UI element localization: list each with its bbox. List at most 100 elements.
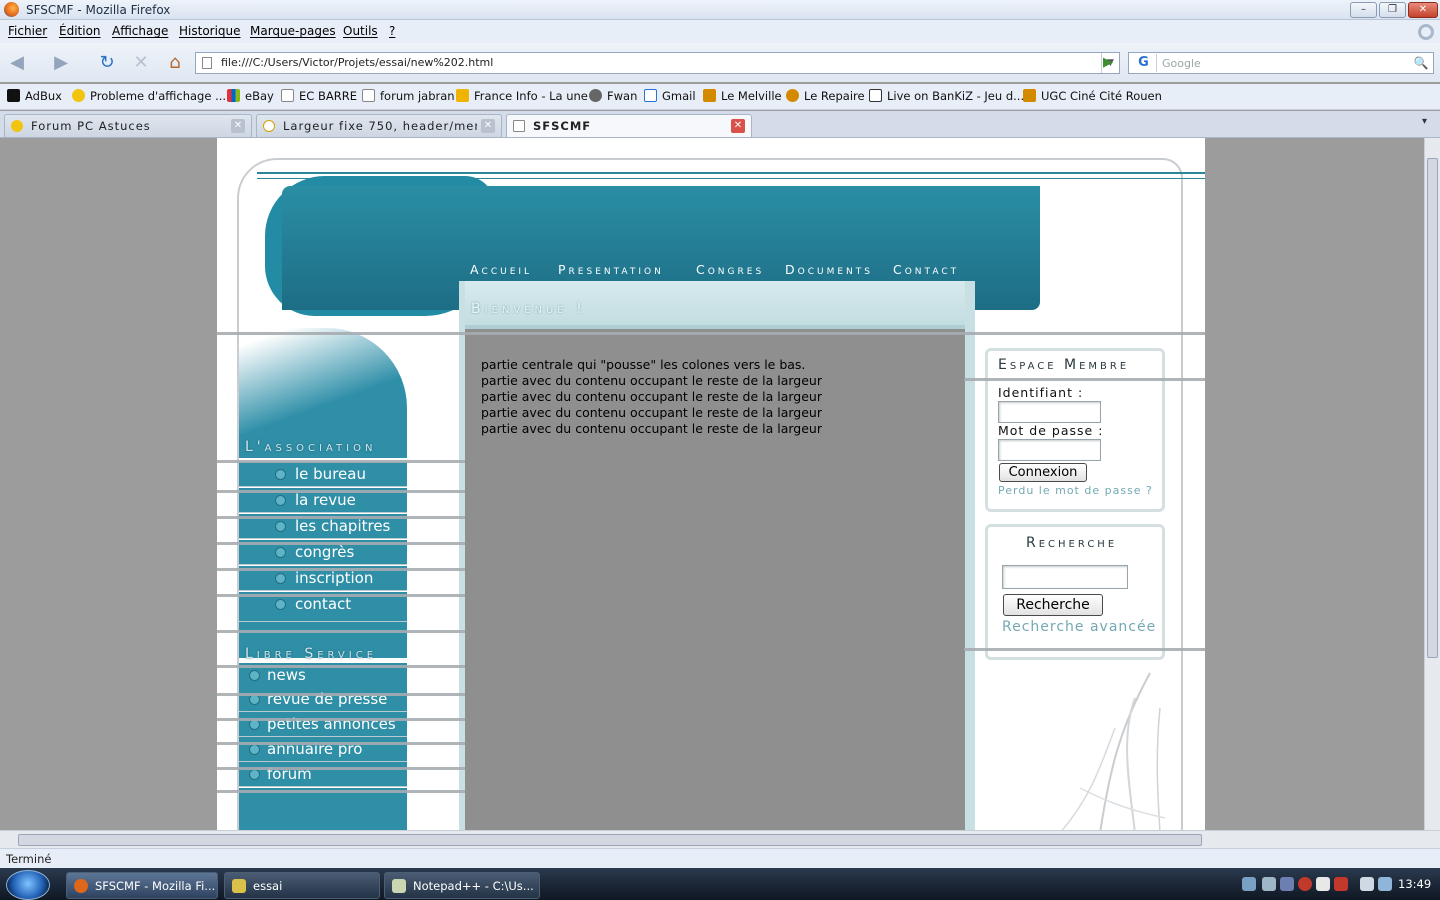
bookmark-item[interactable]: AdBux — [7, 89, 62, 103]
menu-historique[interactable]: Historique — [179, 24, 241, 38]
vertical-scrollbar[interactable] — [1424, 138, 1440, 830]
shield-icon[interactable] — [1262, 877, 1276, 891]
horizontal-scrollbar[interactable] — [0, 830, 1440, 848]
clock: 13:49 — [1398, 877, 1432, 891]
maximize-button[interactable]: ❐ — [1379, 2, 1406, 18]
page-title: Bienvenue ! — [471, 301, 586, 317]
taskbar-item-firefox[interactable]: SFSCMF - Mozilla Fi... — [66, 872, 218, 899]
connexion-button[interactable]: Connexion — [999, 463, 1087, 482]
guide-line — [217, 490, 465, 493]
sidebar-item-revue-de-presse[interactable]: revue de presse — [239, 687, 407, 712]
bookmark-item[interactable]: Gmail — [644, 89, 696, 103]
nav-presentation[interactable]: Presentation — [558, 262, 664, 277]
bullet-icon — [249, 769, 260, 780]
taskbar-item-essai[interactable]: essai — [224, 872, 380, 899]
tab-list-icon[interactable]: ▾ — [1422, 116, 1427, 127]
close-tab-icon[interactable]: ✕ — [231, 119, 245, 133]
close-tab-icon[interactable]: ✕ — [731, 119, 745, 133]
home-icon[interactable]: ⌂ — [162, 50, 188, 76]
notepad-icon — [392, 879, 406, 893]
center-header: Bienvenue ! — [465, 281, 965, 329]
status-text: Terminé — [6, 852, 52, 866]
bookmark-item[interactable]: Le Melville — [703, 89, 782, 103]
device-icon[interactable] — [1316, 877, 1330, 891]
member-box: Espace Membre Identifiant : Mot de passe… — [985, 348, 1165, 512]
content-viewport: Accueil Presentation Congres Documents C… — [0, 138, 1424, 830]
advanced-search-link[interactable]: Recherche avancée — [1002, 619, 1156, 635]
menu-bar: Fichier Édition Affichage Historique Mar… — [0, 20, 1440, 43]
bookmark-item[interactable]: forum jabran — [362, 89, 455, 103]
bookmark-item[interactable]: Fwan — [589, 89, 637, 103]
url-bar[interactable]: file:///C:/Users/Victor/Projets/essai/ne… — [195, 52, 1120, 74]
content-line: partie avec du contenu occupant le reste… — [481, 389, 822, 404]
sidebar-item-petites-annonces[interactable]: petites annonces — [239, 712, 407, 737]
volume-icon[interactable] — [1378, 877, 1392, 891]
menu-fichier[interactable]: Fichier — [8, 24, 47, 38]
nav-documents[interactable]: Documents — [785, 262, 873, 277]
menu-help[interactable]: ? — [389, 24, 395, 38]
back-icon[interactable]: ◀ — [4, 50, 30, 76]
bullet-icon — [275, 469, 286, 480]
search-engine-icon[interactable]: G — [1131, 54, 1157, 72]
guide-line — [217, 516, 465, 519]
forward-icon[interactable]: ▶ — [48, 50, 74, 76]
bullet-icon — [275, 599, 286, 610]
alert-icon[interactable] — [1334, 877, 1348, 891]
repaire-icon — [786, 89, 799, 102]
nav-accueil[interactable]: Accueil — [470, 262, 532, 277]
bookmark-item[interactable]: France Info - La une — [456, 89, 588, 103]
site-search-input[interactable] — [1002, 565, 1128, 589]
member-box-title: Espace Membre — [998, 357, 1130, 373]
bullet-icon — [275, 573, 286, 584]
bookmark-item[interactable]: Le Repaire — [786, 89, 865, 103]
network-icon[interactable] — [1242, 877, 1256, 891]
search-placeholder[interactable]: Google — [1162, 57, 1201, 70]
go-icon[interactable]: ▶ — [1097, 52, 1119, 74]
search-icon[interactable]: 🔍 — [1411, 54, 1431, 72]
libre-service-heading: Libre Service — [245, 646, 378, 662]
nav-congres[interactable]: Congres — [696, 262, 764, 277]
identifiant-label: Identifiant : — [998, 385, 1084, 400]
tab-forum-pc-astuces[interactable]: Forum PC Astuces ✕ — [4, 114, 252, 137]
bookmark-item[interactable]: Probleme d'affichage ... — [72, 89, 226, 103]
guide-line — [217, 790, 465, 793]
minimize-button[interactable]: – — [1350, 2, 1377, 18]
tab-sfscmf[interactable]: SFSCMF ✕ — [506, 114, 752, 137]
identifiant-input[interactable] — [998, 401, 1101, 423]
password-input[interactable] — [998, 439, 1101, 461]
search-box: Recherche Recherche Recherche avancée — [985, 524, 1165, 660]
bookmark-icon — [7, 89, 20, 102]
bookmark-item[interactable]: EC BARRE — [281, 89, 357, 103]
antivirus-icon[interactable] — [1298, 877, 1312, 891]
menu-marque-pages[interactable]: Marque-pages — [250, 24, 336, 38]
bookmark-item[interactable]: UGC Ciné Cité Rouen — [1023, 89, 1162, 103]
reload-icon[interactable]: ↻ — [94, 50, 120, 76]
tab-label: SFSCMF — [533, 119, 592, 133]
bullet-icon — [249, 670, 260, 681]
center-content: partie centrale qui "pousse" les colones… — [481, 357, 822, 437]
taskbar-item-notepad[interactable]: Notepad++ - C:\Us... — [384, 872, 540, 899]
app-icon[interactable] — [1280, 877, 1294, 891]
scroll-thumb[interactable] — [18, 834, 1202, 846]
tab-largeur-fixe[interactable]: Largeur fixe 750, header/menu gau... ✕ — [256, 114, 502, 137]
sidebar-item-bureau[interactable]: le bureau — [239, 462, 407, 487]
menu-edition[interactable]: Édition — [59, 24, 101, 38]
sidebar-item-forum[interactable]: forum — [239, 762, 407, 787]
search-bar[interactable]: G Google 🔍 — [1128, 52, 1434, 74]
close-button[interactable]: ✕ — [1408, 2, 1438, 18]
forgot-password-link[interactable]: Perdu le mot de passe ? — [998, 484, 1153, 497]
menu-affichage[interactable]: Affichage — [112, 24, 168, 38]
battery-icon[interactable] — [1360, 877, 1374, 891]
nav-contact[interactable]: Contact — [893, 262, 959, 277]
bullet-icon — [249, 744, 260, 755]
menu-outils[interactable]: Outils — [343, 24, 378, 38]
close-tab-icon[interactable]: ✕ — [481, 119, 495, 133]
start-button[interactable] — [6, 870, 50, 900]
recherche-button[interactable]: Recherche — [1003, 594, 1103, 616]
url-text[interactable]: file:///C:/Users/Victor/Projets/essai/ne… — [221, 56, 493, 69]
bookmark-item[interactable]: Live on BanKiZ - Jeu d... — [869, 89, 1024, 103]
stop-icon[interactable]: ✕ — [128, 50, 154, 76]
scroll-thumb[interactable] — [1427, 158, 1438, 658]
sidebar-item-annuaire-pro[interactable]: annuaire pro — [239, 737, 407, 762]
bookmark-item[interactable]: eBay — [227, 89, 274, 103]
